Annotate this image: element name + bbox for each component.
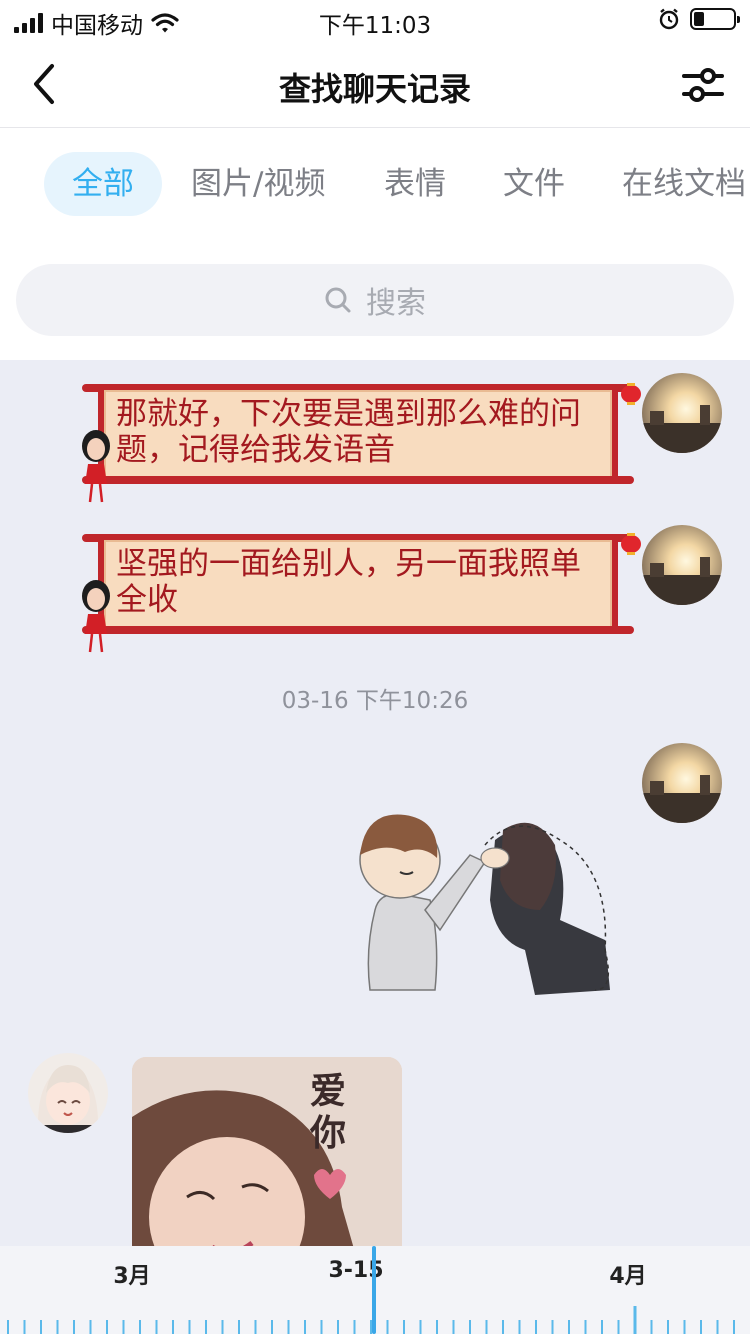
tab-files[interactable]: 文件 xyxy=(503,152,565,216)
status-bar: 中国移动 下午11:03 xyxy=(0,0,750,40)
date-timeline[interactable]: 3月 3-15 4月 xyxy=(0,1246,750,1334)
photo-caption-text: 爱你 xyxy=(310,1071,347,1154)
my-avatar[interactable] xyxy=(642,373,722,453)
search-icon xyxy=(325,287,351,313)
message-bubble[interactable]: 坚强的一面给别人，另一面我照单全收 xyxy=(80,522,641,653)
search-input[interactable]: 搜索 xyxy=(16,264,734,336)
message-text: 坚强的一面给别人，另一面我照单全收 xyxy=(116,546,581,618)
chat-history[interactable]: 那就好，下次要是遇到那么难的问题，记得给我发语音 坚强的一面给别人，另一面我照单… xyxy=(0,360,750,1246)
sunset-avatar-image xyxy=(642,373,722,453)
sliders-icon xyxy=(682,68,724,102)
tab-stickers[interactable]: 表情 xyxy=(384,152,446,216)
status-time: 下午11:03 xyxy=(318,13,432,39)
photo-image xyxy=(132,1057,402,1246)
sticker-image[interactable] xyxy=(345,790,625,1000)
search-placeholder: 搜索 xyxy=(366,286,426,321)
alarm-icon xyxy=(659,8,679,30)
lantern-icon xyxy=(621,533,641,555)
contact-avatar[interactable] xyxy=(28,1053,108,1133)
sunset-avatar-image xyxy=(642,743,722,823)
sunset-avatar-image xyxy=(642,525,722,605)
battery-icon xyxy=(690,8,740,30)
category-tabs: 全部 图片/视频 表情 文件 在线文档 搜索 xyxy=(0,128,750,360)
tab-online-docs[interactable]: 在线文档 xyxy=(622,152,746,216)
tab-all[interactable]: 全部 xyxy=(44,152,162,216)
girl-figure-icon xyxy=(82,580,110,653)
page-title: 查找聊天记录 xyxy=(278,70,471,108)
anime-girl-avatar-image xyxy=(28,1053,108,1133)
filter-button[interactable] xyxy=(680,62,726,108)
timeline-cursor[interactable] xyxy=(372,1246,376,1334)
nav-bar: 查找聊天记录 xyxy=(0,40,750,128)
image-message[interactable]: 爱你 xyxy=(132,1057,402,1246)
tab-images-videos[interactable]: 图片/视频 xyxy=(191,152,325,216)
lantern-icon xyxy=(621,383,641,405)
timeline-label-april: 4月 xyxy=(609,1264,647,1289)
message-bubble[interactable]: 那就好，下次要是遇到那么难的问题，记得给我发语音 xyxy=(80,372,641,503)
my-avatar[interactable] xyxy=(642,525,722,605)
status-right xyxy=(658,8,740,30)
my-avatar[interactable] xyxy=(642,743,722,823)
girl-figure-icon xyxy=(82,430,110,503)
timeline-label-march: 3月 xyxy=(113,1264,151,1289)
message-text: 那就好，下次要是遇到那么难的问题，记得给我发语音 xyxy=(116,396,581,468)
message-timestamp: 03-16 下午10:26 xyxy=(281,688,469,714)
